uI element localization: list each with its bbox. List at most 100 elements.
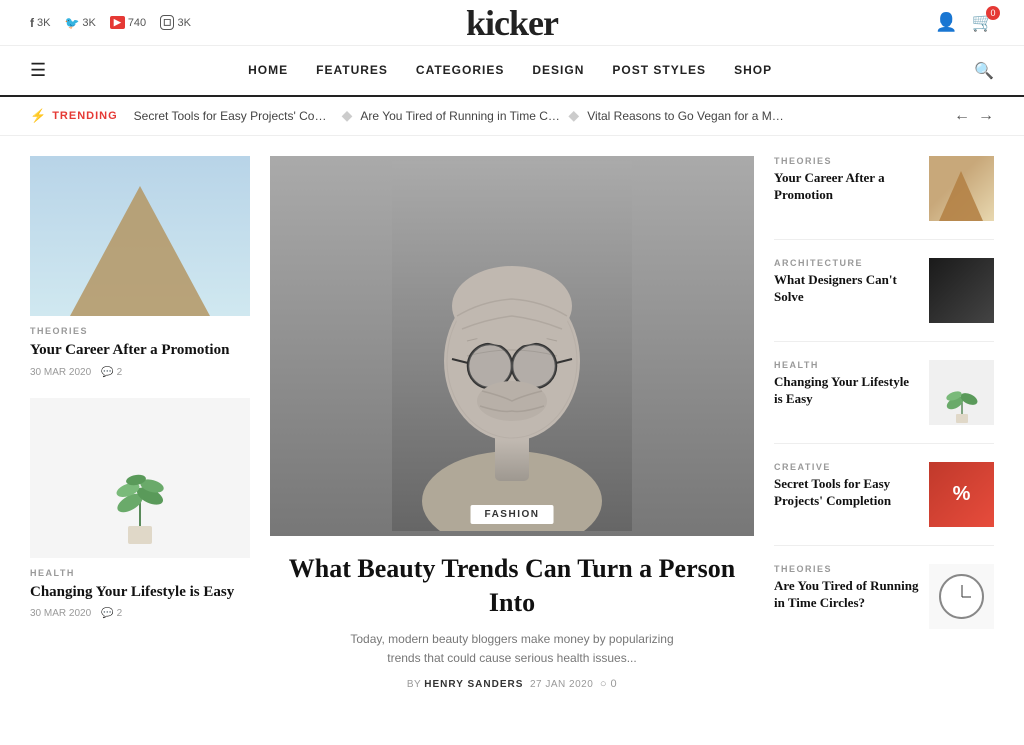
right-article-2-title[interactable]: Changing Your Lifestyle is Easy (774, 374, 919, 408)
feature-title[interactable]: What Beauty Trends Can Turn a Person Int… (270, 552, 754, 620)
thumb-arch-img (929, 156, 994, 221)
clock-face (939, 574, 984, 619)
right-article-4-text: THEORIES Are You Tired of Running in Tim… (774, 564, 919, 629)
nav-item-categories[interactable]: CATEGORIES (416, 63, 504, 79)
right-article-3-category: CREATIVE (774, 462, 919, 472)
trending-label: ⚡ TRENDING (30, 108, 118, 124)
trending-sep-1: ◆ (568, 108, 579, 125)
thumb-dark-img (929, 258, 994, 323)
right-article-1-text: ARCHITECTURE What Designers Can't Solve (774, 258, 919, 323)
nav-link-features[interactable]: FEATURES (316, 63, 388, 77)
trending-bar: ⚡ TRENDING Secret Tools for Easy Project… (0, 97, 1024, 136)
right-article-3-text: CREATIVE Secret Tools for Easy Projects'… (774, 462, 919, 527)
right-article-4-category: THEORIES (774, 564, 919, 574)
left-card-1-meta: 30 MAR 2020 💬 2 (30, 608, 250, 619)
left-card-0-category: THEORIES (30, 326, 250, 336)
youtube-count: 740 (128, 17, 146, 29)
social-youtube[interactable]: ▶ 740 (110, 16, 146, 29)
nav-link-poststyles[interactable]: POST STYLES (612, 63, 706, 77)
left-card-0-date: 30 MAR 2020 (30, 367, 91, 378)
arch-triangle (70, 186, 210, 316)
right-article-3-title[interactable]: Secret Tools for Easy Projects' Completi… (774, 476, 919, 510)
right-article-2-text: HEALTH Changing Your Lifestyle is Easy (774, 360, 919, 425)
trending-item-0[interactable]: Secret Tools for Easy Projects' Compl ..… (134, 109, 334, 123)
right-article-1-image[interactable] (929, 258, 994, 323)
nav-item-poststyles[interactable]: POST STYLES (612, 63, 706, 79)
right-article-3: CREATIVE Secret Tools for Easy Projects'… (774, 462, 994, 546)
main-content: THEORIES Your Career After a Promotion 3… (0, 136, 1024, 710)
left-card-1: HEALTH Changing Your Lifestyle is Easy 3… (30, 398, 250, 620)
user-icon[interactable]: 👤 (935, 12, 957, 33)
feature-image-wrap[interactable]: FASHION (270, 156, 754, 536)
left-card-1-title[interactable]: Changing Your Lifestyle is Easy (30, 583, 250, 603)
left-card-0-title[interactable]: Your Career After a Promotion (30, 341, 250, 361)
thumb-clock-img (929, 564, 994, 629)
nav-link-design[interactable]: DESIGN (532, 63, 584, 77)
trending-items: Secret Tools for Easy Projects' Compl ..… (134, 108, 938, 125)
twitter-count: 3K (82, 17, 95, 29)
left-card-1-date: 30 MAR 2020 (30, 608, 91, 619)
comment-bubble: ○ 0 (600, 678, 617, 690)
right-article-1-title[interactable]: What Designers Can't Solve (774, 272, 919, 306)
author-by-prefix: BY (407, 679, 421, 690)
right-article-4-title[interactable]: Are You Tired of Running in Time Circles… (774, 578, 919, 612)
left-card-1-image[interactable] (30, 398, 250, 558)
nav-item-design[interactable]: DESIGN (532, 63, 584, 79)
top-right-actions: 👤 🛒 0 (935, 12, 994, 33)
left-card-0-image[interactable] (30, 156, 250, 316)
right-article-4: THEORIES Are You Tired of Running in Tim… (774, 564, 994, 647)
trending-item-2[interactable]: Vital Reasons to Go Vegan for a Month (587, 109, 787, 123)
site-title: kicker (466, 2, 558, 44)
plant-svg (100, 438, 180, 548)
left-card-1-comments: 💬 2 (101, 608, 122, 619)
right-article-0-category: THEORIES (774, 156, 919, 166)
trending-prev-arrow[interactable]: ← (954, 107, 970, 125)
right-article-0-text: THEORIES Your Career After a Promotion (774, 156, 919, 221)
right-article-2-image[interactable] (929, 360, 994, 425)
trending-nav: ← → (954, 107, 994, 125)
feature-author-name[interactable]: HENRY SANDERS (424, 679, 523, 690)
nav-link-categories[interactable]: CATEGORIES (416, 63, 504, 77)
thumb-plant-svg (942, 370, 982, 425)
right-article-2: HEALTH Changing Your Lifestyle is Easy (774, 360, 994, 444)
right-sidebar: THEORIES Your Career After a Promotion A… (774, 156, 994, 690)
top-bar: f 3K 🐦 3K ▶ 740 ◻ 3K kicker 👤 🛒 0 (0, 0, 1024, 46)
social-links: f 3K 🐦 3K ▶ 740 ◻ 3K (30, 15, 191, 30)
red-thumb-icon: % (953, 483, 971, 506)
lightning-icon: ⚡ (30, 108, 47, 124)
instagram-icon: ◻ (160, 15, 174, 30)
trending-item-1[interactable]: Are You Tired of Running in Time Circl..… (360, 109, 560, 123)
social-facebook[interactable]: f 3K (30, 16, 50, 30)
instagram-count: 3K (177, 17, 190, 29)
right-article-4-image[interactable] (929, 564, 994, 629)
nav-bar: ☰ HOME FEATURES CATEGORIES DESIGN POST S… (0, 46, 1024, 97)
social-twitter[interactable]: 🐦 3K (64, 16, 95, 30)
masked-person-svg (392, 161, 632, 531)
nav-item-home[interactable]: HOME (248, 63, 288, 79)
right-article-2-category: HEALTH (774, 360, 919, 370)
nav-item-shop[interactable]: SHOP (734, 63, 772, 79)
trending-text: TRENDING (52, 110, 117, 122)
cart-badge: 0 (986, 6, 1000, 20)
left-card-0: THEORIES Your Career After a Promotion 3… (30, 156, 250, 378)
search-icon[interactable]: 🔍 (974, 61, 994, 81)
facebook-icon: f (30, 16, 34, 30)
right-article-3-image[interactable]: % (929, 462, 994, 527)
thumb-red-img: % (929, 462, 994, 527)
right-article-0-image[interactable] (929, 156, 994, 221)
right-article-0-title[interactable]: Your Career After a Promotion (774, 170, 919, 204)
nav-link-home[interactable]: HOME (248, 63, 288, 77)
social-instagram[interactable]: ◻ 3K (160, 15, 191, 30)
nav-links: HOME FEATURES CATEGORIES DESIGN POST STY… (46, 63, 974, 79)
feature-badge: FASHION (471, 505, 554, 524)
trending-next-arrow[interactable]: → (978, 107, 994, 125)
cart-icon-wrap[interactable]: 🛒 0 (972, 12, 994, 33)
left-card-0-meta: 30 MAR 2020 💬 2 (30, 367, 250, 378)
thumb-plant-img (929, 360, 994, 425)
hamburger-icon[interactable]: ☰ (30, 60, 46, 81)
nav-item-features[interactable]: FEATURES (316, 63, 388, 79)
nav-link-shop[interactable]: SHOP (734, 63, 772, 77)
facebook-count: 3K (37, 17, 50, 29)
twitter-icon: 🐦 (64, 16, 79, 30)
left-card-0-comments: 💬 2 (101, 367, 122, 378)
